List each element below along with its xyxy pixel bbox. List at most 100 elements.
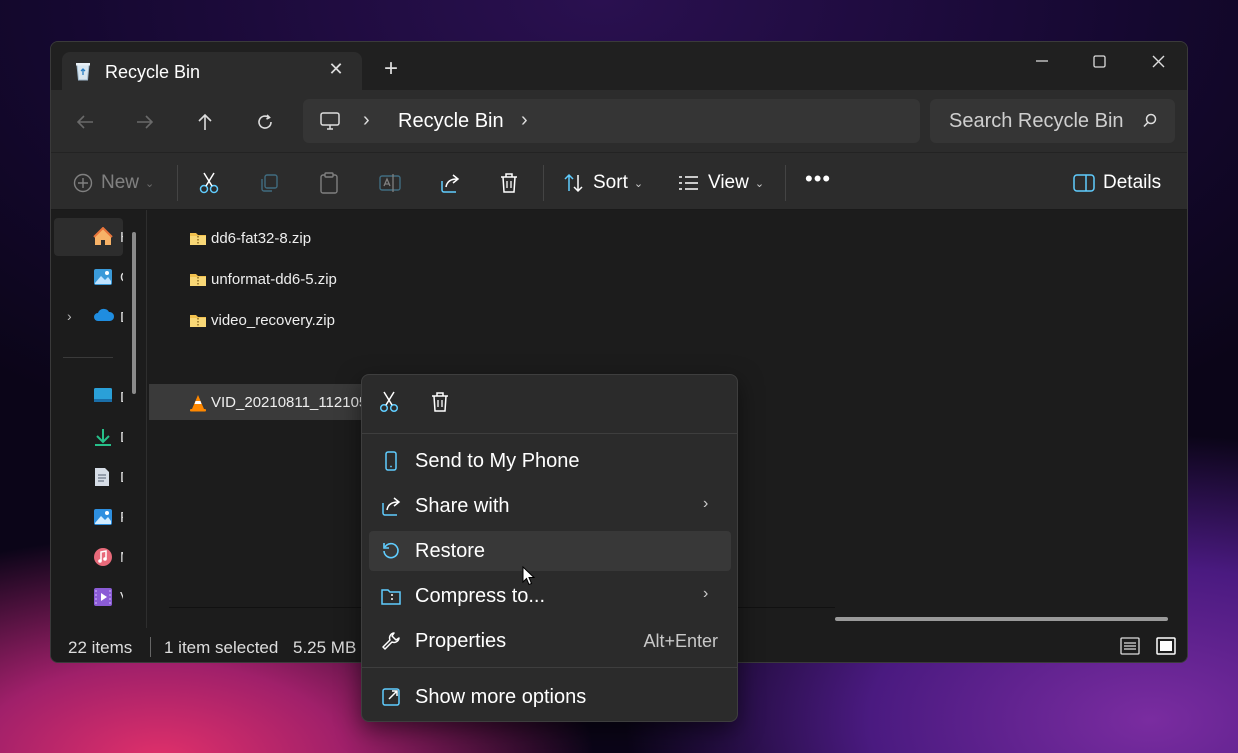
plus-icon[interactable]: + — [380, 57, 402, 81]
chevron-down-icon: ⌄ — [754, 177, 765, 190]
menu-item-compress-to[interactable]: Compress to... › — [369, 576, 731, 616]
context-menu: Send to My Phone Share with › Restore Co… — [361, 374, 738, 722]
sidebar-item-documents[interactable]: D — [54, 458, 123, 496]
arrow-up-icon[interactable] — [190, 107, 220, 137]
menu-item-label: Show more options — [415, 686, 587, 708]
delete-button[interactable] — [499, 171, 519, 195]
large-icons-view-icon[interactable] — [1156, 637, 1176, 655]
list-item[interactable]: unformat-dd6-5.zip — [149, 261, 449, 297]
tab-recycle-bin[interactable]: Recycle Bin ✕ — [62, 52, 362, 90]
sidebar-scrollbar[interactable] — [132, 232, 136, 394]
menu-item-label: Restore — [415, 540, 486, 562]
this-pc-icon[interactable] — [319, 111, 341, 136]
more-options-button[interactable]: ••• — [805, 166, 832, 191]
rename-icon — [379, 174, 401, 192]
zip-folder-icon — [189, 271, 207, 287]
sidebar-item-label: D — [120, 429, 123, 446]
horizontal-scrollbar[interactable] — [835, 617, 1168, 621]
sidebar-item-pictures[interactable]: P — [54, 498, 123, 536]
more-icon: ••• — [805, 166, 832, 191]
file-name: video_recovery.zip — [211, 312, 335, 329]
item-count: 22 items — [68, 638, 133, 657]
cut-button[interactable] — [199, 171, 219, 195]
menu-item-share-with[interactable]: Share with › — [369, 486, 731, 526]
documents-icon — [93, 467, 113, 487]
sort-label: Sort — [593, 172, 628, 193]
sidebar-item-onedrive[interactable]: D — [54, 298, 123, 336]
sidebar-item-label: H — [120, 229, 123, 246]
arrow-right-icon[interactable] — [130, 107, 160, 137]
breadcrumb[interactable]: › Recycle Bin › — [303, 99, 920, 143]
menu-item-restore[interactable]: Restore — [369, 531, 731, 571]
sort-button[interactable]: Sort ⌄ — [563, 171, 643, 195]
search-input[interactable]: Search Recycle Bin — [930, 99, 1175, 143]
delete-icon — [501, 173, 517, 193]
mouse-cursor-icon — [522, 565, 536, 586]
recycle-bin-icon — [74, 61, 92, 81]
chevron-right-icon[interactable]: › — [363, 109, 370, 132]
list-item[interactable]: video_recovery.zip — [149, 302, 449, 338]
copy-button[interactable] — [259, 171, 279, 195]
chevron-down-icon: ⌄ — [633, 177, 644, 190]
details-view-icon[interactable] — [1120, 637, 1140, 655]
wrench-icon — [381, 631, 401, 651]
sidebar-item-label: M — [120, 549, 123, 566]
home-icon — [93, 226, 113, 247]
gallery-icon — [93, 267, 113, 287]
share-button[interactable] — [439, 171, 461, 195]
cut-icon — [199, 172, 219, 194]
view-button[interactable]: View ⌄ — [678, 171, 764, 195]
command-bar: New ⌄ Sort ⌄ View ⌄ ••• Details — [51, 152, 1187, 210]
vlc-icon — [189, 394, 207, 412]
selection-size: 5.25 MB — [293, 638, 357, 657]
refresh-icon[interactable] — [250, 107, 280, 137]
sidebar-item-label: D — [120, 389, 123, 406]
chevron-right-icon[interactable]: › — [521, 109, 528, 132]
arrow-left-icon[interactable] — [70, 107, 100, 137]
menu-item-label: Properties — [415, 630, 507, 652]
menu-divider — [362, 433, 737, 434]
cut-icon[interactable] — [379, 391, 403, 415]
search-placeholder: Search Recycle Bin — [949, 110, 1124, 132]
sidebar-item-label: P — [120, 509, 123, 526]
close-tab-icon[interactable]: ✕ — [326, 59, 346, 80]
address-bar: › Recycle Bin › Search Recycle Bin — [51, 90, 1187, 152]
videos-icon — [93, 587, 113, 607]
sidebar-item-home[interactable]: H — [54, 218, 123, 256]
sidebar-item-gallery[interactable]: G — [54, 258, 123, 296]
sidebar-item-videos[interactable]: V — [54, 578, 123, 616]
menu-item-show-more-options[interactable]: Show more options — [369, 677, 731, 717]
search-icon — [1142, 113, 1158, 134]
breadcrumb-recycle-bin[interactable]: Recycle Bin — [398, 110, 504, 133]
plus-circle-icon — [73, 173, 93, 193]
maximize-icon[interactable] — [1079, 46, 1119, 76]
menu-item-properties[interactable]: Properties Alt+Enter — [369, 621, 731, 661]
navigation-pane[interactable]: H G › D D D — [51, 210, 147, 628]
downloads-icon — [93, 427, 113, 447]
new-button[interactable]: New ⌄ — [73, 171, 154, 195]
sidebar-item-downloads[interactable]: D — [54, 418, 123, 456]
zip-folder-icon — [189, 312, 207, 328]
paste-icon — [320, 172, 338, 194]
open-in-new-icon — [381, 687, 401, 707]
paste-button[interactable] — [319, 171, 339, 195]
title-bar: Recycle Bin ✕ + — [51, 42, 1187, 90]
details-label: Details — [1103, 172, 1162, 193]
copy-icon — [261, 174, 278, 192]
rename-button[interactable] — [379, 171, 401, 195]
close-icon[interactable] — [1138, 46, 1178, 76]
sidebar-item-music[interactable]: M — [54, 538, 123, 576]
sidebar-item-desktop[interactable]: D — [54, 378, 123, 416]
sidebar-item-label: V — [120, 589, 123, 606]
restore-icon — [381, 541, 401, 561]
list-item[interactable]: dd6-fat32-8.zip — [149, 220, 449, 256]
file-name: unformat-dd6-5.zip — [211, 271, 337, 288]
tab-title: Recycle Bin — [105, 62, 201, 82]
details-button[interactable]: Details — [1073, 171, 1161, 195]
sidebar-item-label: D — [120, 309, 123, 326]
sidebar-item-label: G — [120, 269, 123, 286]
minimize-icon[interactable] — [1022, 46, 1062, 76]
music-icon — [93, 547, 113, 567]
delete-icon[interactable] — [430, 391, 454, 415]
menu-item-send-to-phone[interactable]: Send to My Phone — [369, 441, 731, 481]
